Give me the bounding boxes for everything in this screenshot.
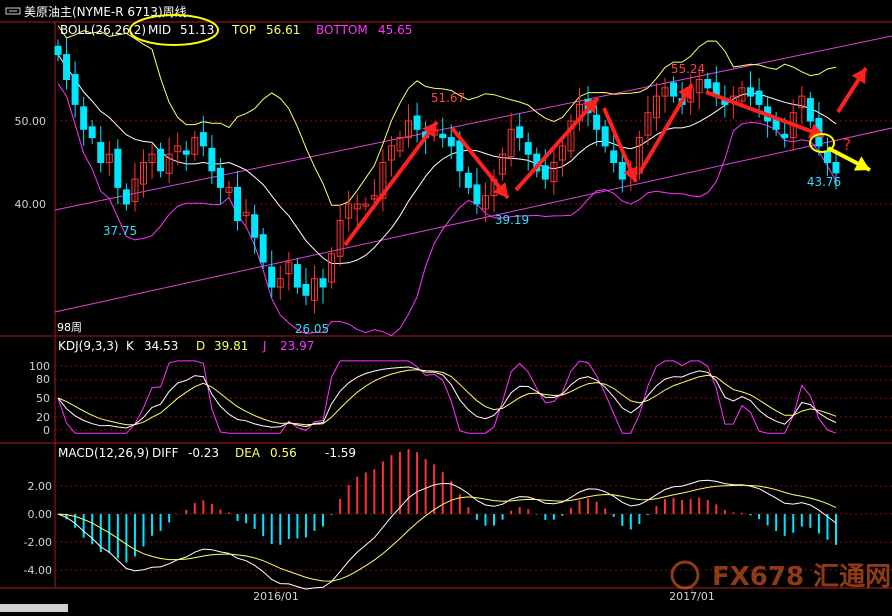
macd-axis-label: -4.00 [24,564,52,577]
candle-body [439,133,447,139]
candle-body [601,126,609,147]
candle-body [464,172,472,188]
macd-axis-label: 0.00 [28,508,53,521]
diff-value: -0.23 [188,446,219,460]
candle-body [781,133,789,139]
candle-body [71,74,79,105]
question-mark: ? [843,135,852,154]
macd-label: MACD(12,26,9) [58,446,149,460]
top-value: 56.61 [266,23,300,37]
price-axis-label: 50.00 [15,115,47,128]
candle-body [157,148,165,172]
candle-body [259,234,267,263]
svg-text:BOLL(26,26,2): BOLL(26,26,2) [60,23,146,37]
candle-body [88,126,96,139]
candle-body [122,189,130,205]
k-value: 34.53 [144,339,178,353]
candle-body [806,98,814,122]
candle-body [524,142,532,155]
candle-body [593,114,601,130]
period-count: 98周 [57,321,82,334]
candle-body [268,266,276,288]
candle-body [447,137,455,147]
candle-body [216,167,224,188]
candle-body [747,87,755,97]
dea-label: DEA [235,446,261,460]
macd-axis-label: 2.00 [28,480,53,493]
candle-body [97,142,105,164]
candle-body [618,162,626,180]
high-label: 51.67 [431,91,465,105]
bottom-label: BOTTOM [316,23,368,37]
j-label: J [262,339,267,353]
kdj-axis-label: 20 [36,411,50,424]
candle-body [832,162,840,174]
j-value: 23.97 [280,339,314,353]
candle-body [670,82,678,97]
candle-body [54,45,62,56]
candle-body [704,79,712,89]
candle-body [610,150,618,164]
candle-body [114,148,122,188]
boll-label: BOLL(26,26,2) [60,23,146,37]
d-value: 39.81 [214,339,248,353]
low-label: 39.19 [495,213,529,227]
kdj-axis-label: 100 [29,360,50,373]
chart-window: 美原油主(NYME-R 6713)周线 50.00 40.00 100 80 5… [0,0,892,612]
k-label: K [126,339,135,353]
candle-body [234,186,242,222]
candle-body [293,264,301,288]
candle-body [63,54,71,80]
macd-axis-label: -2.00 [24,536,52,549]
bottom-value: 45.65 [378,23,412,37]
kdj-axis-label: 50 [36,392,50,405]
watermark-text: FX678 汇通网 [712,562,891,592]
macd-value: -1.59 [325,446,356,460]
candle-body [413,115,421,130]
candle-body [456,140,464,172]
candle-body [208,147,216,172]
kdj-axis-label: 0 [43,424,50,437]
mid-label: MID [148,23,171,37]
candle-body [319,278,327,288]
price-axis-label: 40.00 [15,198,47,211]
mid-value: 51.13 [180,23,214,37]
top-label: TOP [231,23,256,37]
kdj-label: KDJ(9,3,3) [58,339,119,353]
diff-label: DIFF [152,446,179,460]
candle-body [516,126,524,139]
chart-canvas: 美原油主(NYME-R 6713)周线 50.00 40.00 100 80 5… [0,0,892,612]
d-label: D [196,339,205,353]
window-title: 美原油主(NYME-R 6713)周线 [24,5,187,19]
date-label: 2016/01 [253,590,299,603]
candle-body [182,150,190,155]
candle-body [755,90,763,105]
candle-body [302,284,310,296]
low-label: 37.75 [103,224,137,238]
candle-body [541,165,549,180]
candle-body [199,132,207,147]
candle-body [473,184,481,205]
low-label: 43.76 [807,175,841,189]
candle-body [80,106,88,130]
scrollbar-thumb[interactable] [0,604,68,612]
date-label: 2017/01 [669,590,715,603]
dea-value: 0.56 [270,446,297,460]
low-label: 26.05 [295,322,329,336]
candle-body [251,214,259,238]
kdj-axis-label: 80 [36,373,50,386]
high-label: 55.24 [671,62,705,76]
